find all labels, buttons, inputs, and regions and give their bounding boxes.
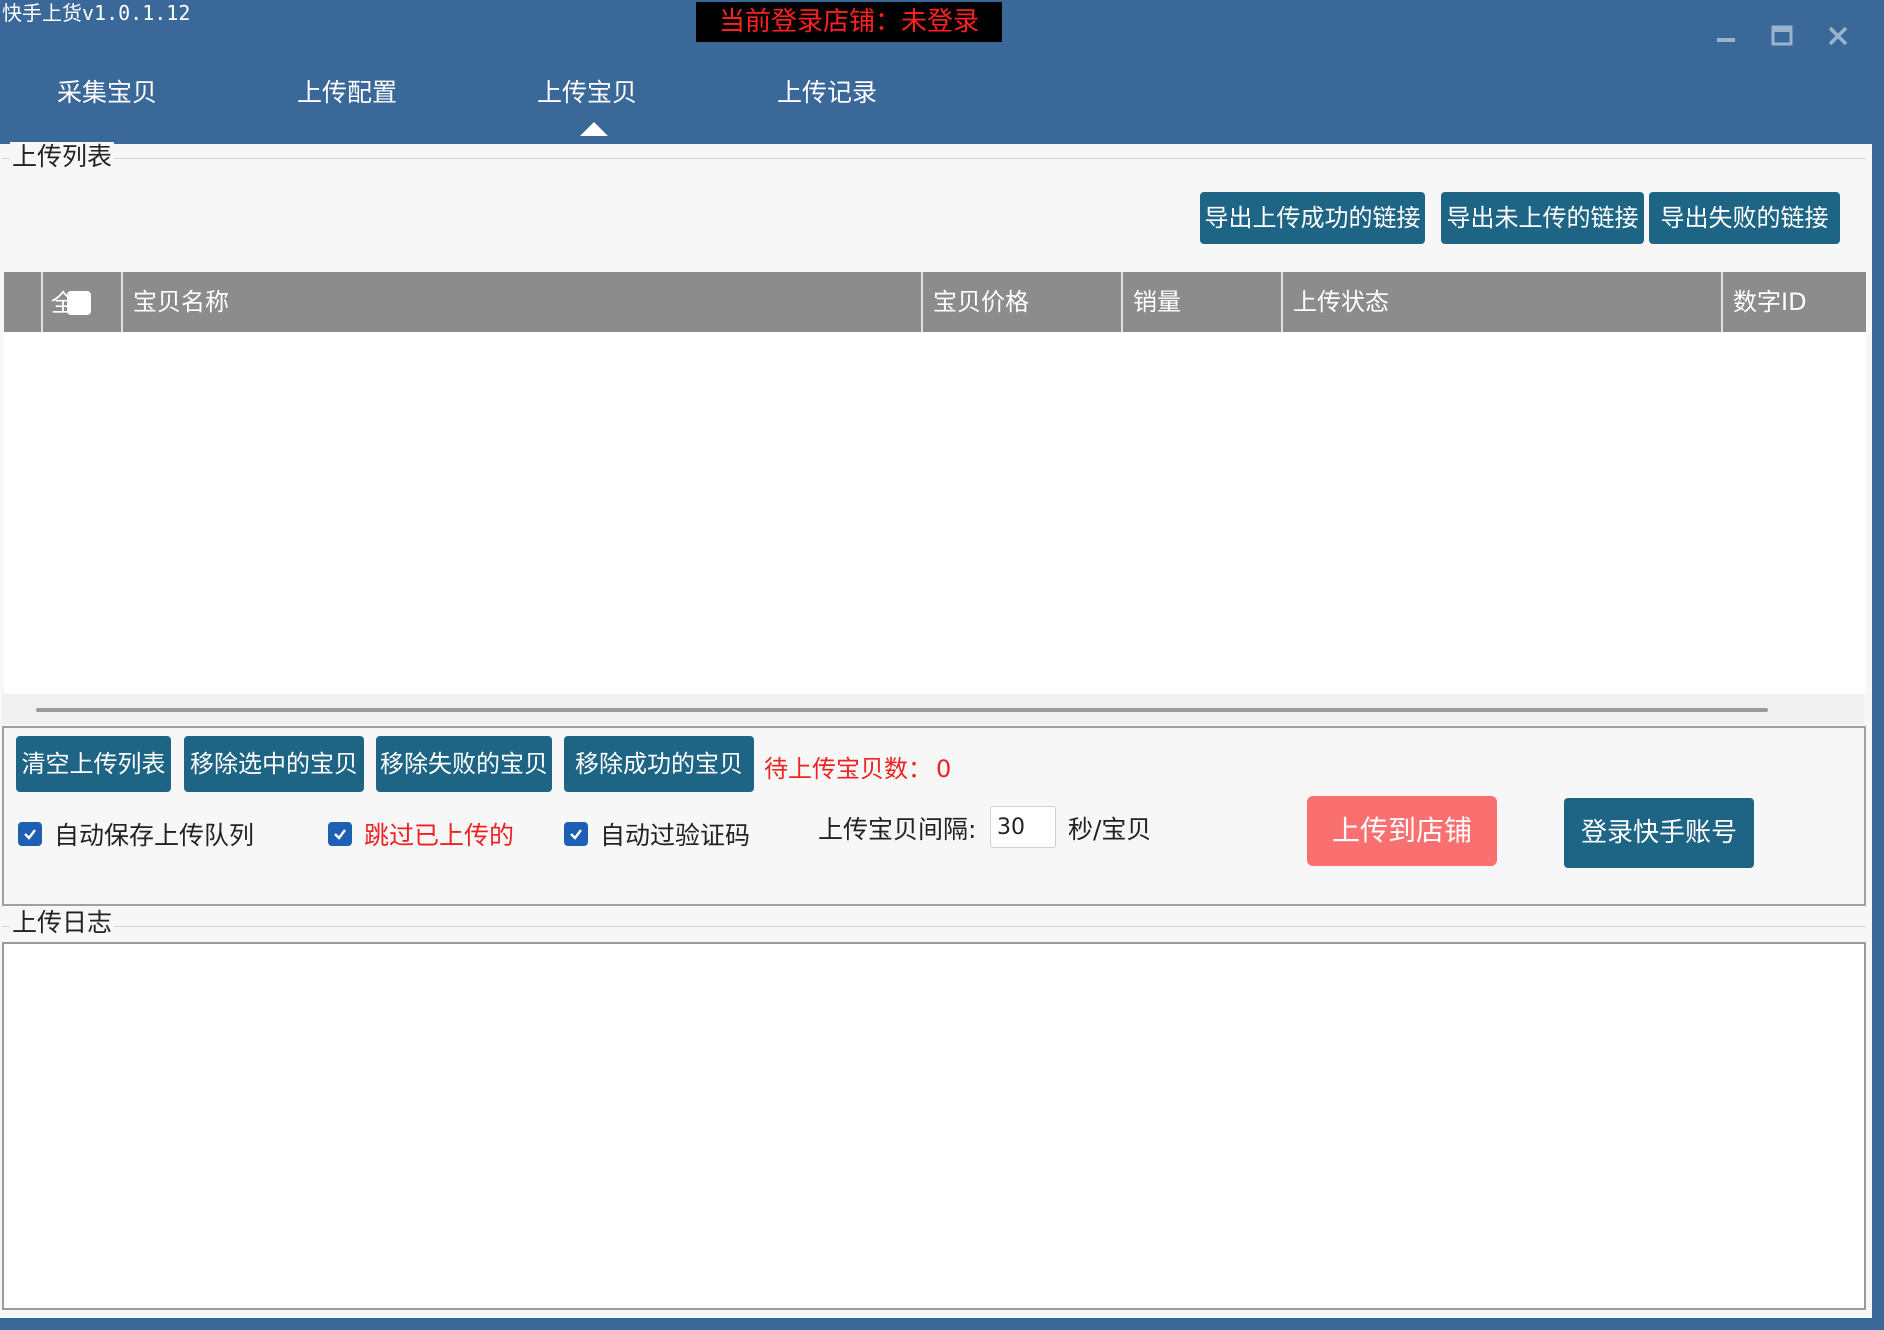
active-tab-indicator <box>580 122 608 136</box>
skip-uploaded-box[interactable] <box>328 822 352 846</box>
upload-log-group-border <box>2 926 1866 927</box>
auto-save-queue-label: 自动保存上传队列 <box>54 821 255 850</box>
horizontal-scrollbar-thumb[interactable] <box>36 708 1768 712</box>
pending-count-value: 0 <box>936 755 952 783</box>
minimize-button[interactable] <box>1706 18 1746 54</box>
select-all-header[interactable]: 全选 <box>41 272 121 332</box>
login-status-banner: 当前登录店铺：未登录 <box>696 2 1002 42</box>
maximize-icon <box>1771 25 1793 46</box>
check-icon <box>570 829 582 840</box>
upload-table-body[interactable] <box>4 332 1866 694</box>
upload-log-group-title: 上传日志 <box>10 908 115 938</box>
upload-interval-input[interactable] <box>990 806 1056 848</box>
app-title: 快手上货v1.0.1.12 <box>2 1 191 25</box>
export-success-links-button[interactable]: 导出上传成功的链接 <box>1200 192 1425 244</box>
upload-interval-label: 上传宝贝间隔: <box>818 815 977 844</box>
upload-list-group-border <box>2 158 1866 159</box>
check-icon <box>24 829 36 840</box>
close-button[interactable] <box>1818 18 1858 54</box>
column-header-id[interactable]: 数字ID <box>1721 272 1866 332</box>
window-right-border <box>1872 0 1884 1330</box>
remove-failed-items-button[interactable]: 移除失败的宝贝 <box>376 736 552 792</box>
pending-count-label: 待上传宝贝数： <box>764 755 932 783</box>
select-all-checkbox[interactable] <box>67 291 91 315</box>
tab-upload-records[interactable]: 上传记录 <box>737 70 917 116</box>
upload-table-header: 全选 宝贝名称 宝贝价格 销量 上传状态 数字ID <box>4 272 1866 332</box>
upload-log-textarea[interactable] <box>2 942 1866 1310</box>
export-failed-links-button[interactable]: 导出失败的链接 <box>1649 192 1840 244</box>
auto-captcha-label: 自动过验证码 <box>600 821 751 850</box>
login-kuaishou-button[interactable]: 登录快手账号 <box>1564 798 1754 868</box>
clear-upload-list-button[interactable]: 清空上传列表 <box>16 736 171 792</box>
tab-upload-config[interactable]: 上传配置 <box>257 70 437 116</box>
upload-to-store-button[interactable]: 上传到店铺 <box>1307 796 1497 866</box>
upload-list-group-title: 上传列表 <box>10 142 115 172</box>
minimize-icon <box>1717 38 1735 42</box>
remove-selected-items-button[interactable]: 移除选中的宝贝 <box>184 736 364 792</box>
row-header-cell <box>4 272 41 332</box>
auto-captcha-checkbox[interactable]: 自动过验证码 <box>564 816 750 852</box>
export-not-uploaded-links-button[interactable]: 导出未上传的链接 <box>1441 192 1644 244</box>
tab-collect-items[interactable]: 采集宝贝 <box>17 70 197 116</box>
auto-captcha-box[interactable] <box>564 822 588 846</box>
column-header-status[interactable]: 上传状态 <box>1281 272 1721 332</box>
tab-upload-items[interactable]: 上传宝贝 <box>497 70 677 116</box>
auto-save-queue-box[interactable] <box>18 822 42 846</box>
skip-uploaded-label: 跳过已上传的 <box>364 821 515 850</box>
check-icon <box>334 829 346 840</box>
column-header-price[interactable]: 宝贝价格 <box>921 272 1121 332</box>
upload-interval-unit: 秒/宝贝 <box>1068 815 1152 844</box>
maximize-button[interactable] <box>1762 18 1802 54</box>
remove-successful-items-button[interactable]: 移除成功的宝贝 <box>564 736 754 792</box>
window-bottom-border <box>0 1318 1884 1330</box>
skip-uploaded-checkbox[interactable]: 跳过已上传的 <box>328 816 514 852</box>
auto-save-queue-checkbox[interactable]: 自动保存上传队列 <box>18 816 254 852</box>
pending-count-indicator: 待上传宝贝数： 0 <box>764 752 951 786</box>
column-header-name[interactable]: 宝贝名称 <box>121 272 921 332</box>
column-header-sales[interactable]: 销量 <box>1121 272 1281 332</box>
close-icon <box>1828 26 1848 46</box>
